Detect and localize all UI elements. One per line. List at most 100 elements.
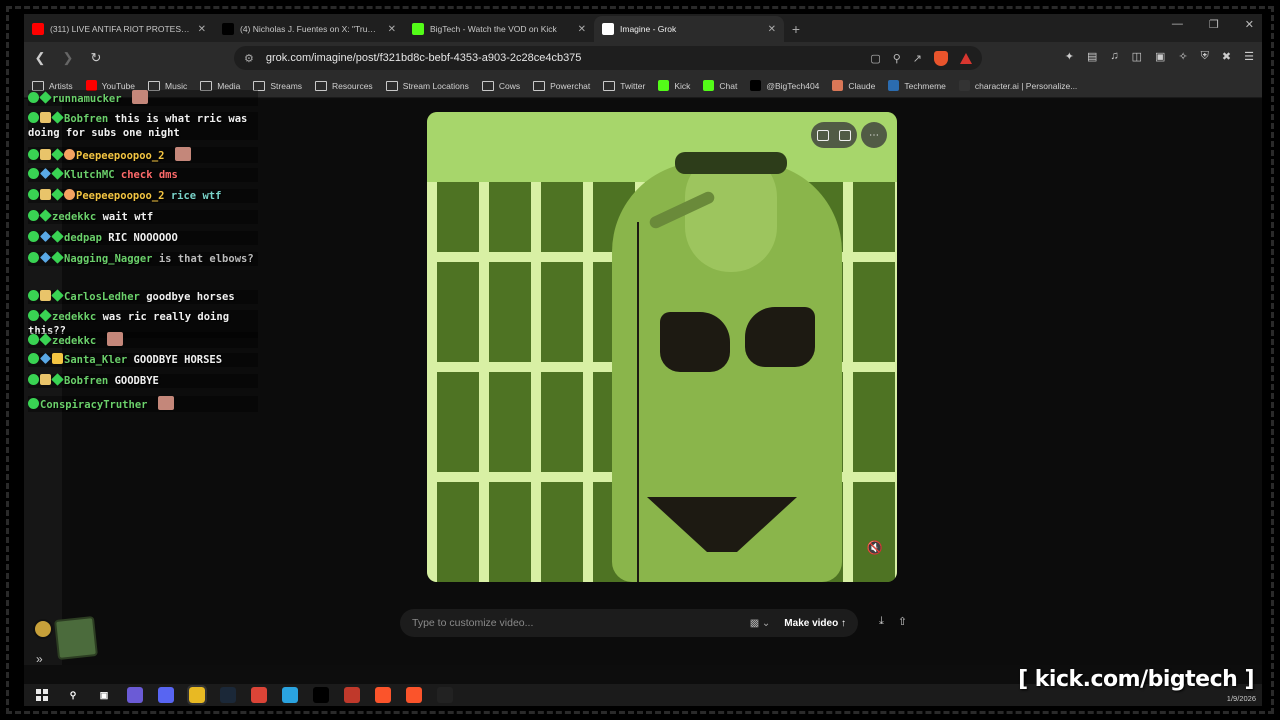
chat-username[interactable]: Bobfren <box>64 375 108 387</box>
search-icon[interactable]: ⚲ <box>65 687 81 703</box>
bookmark-13[interactable]: Claude <box>832 80 875 91</box>
url-text[interactable]: grok.com/imagine/post/f321bd8c-bebf-4353… <box>266 52 870 64</box>
zoom-icon[interactable]: ⚲ <box>893 52 901 65</box>
sidebar-icon[interactable]: ◫ <box>1132 50 1142 63</box>
leo-icon[interactable]: ✧ <box>1178 50 1187 63</box>
media-icon[interactable]: ♫ <box>1110 50 1118 63</box>
download-icon[interactable]: ⤓ <box>879 615 884 628</box>
chat-username[interactable]: zedekkc <box>52 335 96 347</box>
discord-icon[interactable] <box>158 687 174 703</box>
bookmark-11[interactable]: Chat <box>703 80 737 91</box>
chat-message: Peepeepoopoo_2 <box>28 147 258 163</box>
gift-badge-icon <box>40 149 51 160</box>
task-view-icon[interactable]: ▣ <box>96 687 112 703</box>
close-tab-icon[interactable]: ✕ <box>578 24 586 35</box>
bookmark-12[interactable]: @BigTech404 <box>750 80 819 91</box>
chat-username[interactable]: runnamucker <box>52 93 122 105</box>
chat-username[interactable]: Peepeepoopoo_2 <box>76 150 165 162</box>
chrome-icon[interactable] <box>251 687 267 703</box>
brave-shields-icon[interactable] <box>934 50 948 66</box>
profile-avatar[interactable] <box>33 619 53 639</box>
diamond-badge-icon <box>51 289 64 302</box>
x-icon[interactable] <box>313 687 329 703</box>
chat-username[interactable]: Peepeepoopoo_2 <box>76 190 165 202</box>
chat-username[interactable]: dedpap <box>64 232 102 244</box>
minimize-button[interactable]: — <box>1172 18 1183 31</box>
chat-message: KlutchMC check dms <box>28 167 258 182</box>
telegram-icon[interactable] <box>282 687 298 703</box>
mode-selector-icon[interactable]: ▩ ⌄ <box>750 618 771 629</box>
grok-icon[interactable] <box>437 687 453 703</box>
close-tab-icon[interactable]: ✕ <box>198 24 206 35</box>
bookmark-10[interactable]: Kick <box>658 80 690 91</box>
bookmark-0[interactable]: Artists <box>32 80 73 91</box>
more-options-icon[interactable]: ⋯ <box>861 122 887 148</box>
bookmark-2[interactable]: Music <box>148 80 187 91</box>
bookmark-3[interactable]: Media <box>200 80 241 91</box>
extensions-icon[interactable]: ✦ <box>1065 50 1074 63</box>
toolbar: ❮ ❯ ↻ ▯ ⚙ grok.com/imagine/post/f321bd8c… <box>24 42 1262 74</box>
image-icon[interactable] <box>839 129 851 141</box>
screenshot-icon[interactable]: ▢ <box>870 52 880 65</box>
bookmark-7[interactable]: Cows <box>481 80 520 91</box>
steam-icon[interactable] <box>220 687 236 703</box>
back-button[interactable]: ❮ <box>28 46 52 70</box>
close-window-button[interactable]: ✕ <box>1245 18 1254 31</box>
diamond-badge-icon <box>51 251 64 264</box>
bookmark-15[interactable]: character.ai | Personalize... <box>958 80 1077 91</box>
chat-message: Nagging_Nagger is that elbows? <box>28 251 258 266</box>
chat-username[interactable]: KlutchMC <box>64 169 115 181</box>
bookmark-label: Media <box>217 80 241 91</box>
diamond-badge-icon <box>51 230 64 243</box>
prompt-input[interactable]: Type to customize video... <box>412 617 750 629</box>
chat-username[interactable]: Nagging_Nagger <box>64 253 153 265</box>
mute-icon[interactable]: 🔇 <box>867 540 883 556</box>
file-explorer-icon[interactable] <box>187 685 207 705</box>
bookmark-5[interactable]: Resources <box>315 80 373 91</box>
bookmark-4[interactable]: Streams <box>253 80 302 91</box>
share-icon[interactable]: ↗ <box>913 52 922 65</box>
tab-3[interactable]: Imagine - Grok ✕ <box>594 16 784 42</box>
voicemeeter-icon[interactable] <box>344 687 360 703</box>
chat-message: CarlosLedher goodbye horses <box>28 289 258 304</box>
chat-username[interactable]: Santa_Kler <box>64 354 127 366</box>
brave-icon[interactable] <box>375 687 391 703</box>
wallet-icon[interactable]: ▣ <box>1155 50 1165 63</box>
make-video-button[interactable]: Make video ↑ <box>784 618 846 629</box>
brave-icon[interactable] <box>406 687 422 703</box>
bookmark-9[interactable]: Twitter <box>603 80 645 91</box>
tab-0[interactable]: (311) LIVE ANTIFA RIOT PROTEST ANTI-ICE ✕ <box>24 16 214 42</box>
reader-icon[interactable]: ▤ <box>1087 50 1097 63</box>
maximize-button[interactable]: ❐ <box>1209 18 1219 31</box>
tab-2[interactable]: BigTech - Watch the VOD on Kick ✕ <box>404 16 594 42</box>
tab-1[interactable]: (4) Nicholas J. Fuentes on X: "Trump nee… <box>214 16 404 42</box>
windows-icon[interactable] <box>34 687 50 703</box>
diamond-badge-icon <box>51 188 64 201</box>
bookmark-8[interactable]: Powerchat <box>533 80 590 91</box>
copilot-icon[interactable] <box>127 687 143 703</box>
forward-button[interactable]: ❯ <box>56 46 80 70</box>
vpn-icon[interactable]: ⛨ <box>1201 50 1209 63</box>
site-info-icon[interactable]: ⚙ <box>244 52 254 65</box>
frames-icon[interactable] <box>817 129 829 141</box>
close-tab-icon[interactable]: ✕ <box>388 24 396 35</box>
chat-username[interactable]: CarlosLedher <box>64 291 140 303</box>
generated-video[interactable]: ⋯ 🔇 <box>427 112 897 582</box>
address-bar[interactable]: ⚙ grok.com/imagine/post/f321bd8c-bebf-43… <box>234 46 982 70</box>
share-post-icon[interactable]: ⇧ <box>898 615 907 628</box>
chat-username[interactable]: zedekkc <box>52 311 96 323</box>
new-tab-button[interactable]: + <box>784 16 808 42</box>
close-tab-icon[interactable]: ✕ <box>768 24 776 35</box>
chat-username[interactable]: ConspiracyTruther <box>40 399 147 411</box>
grok-extension-icon[interactable]: ✖ <box>1222 50 1231 63</box>
bookmark-6[interactable]: Stream Locations <box>385 80 469 91</box>
bookmark-14[interactable]: Techmeme <box>888 80 946 91</box>
emote-icon <box>174 147 191 161</box>
chat-username[interactable]: zedekkc <box>52 211 96 223</box>
reload-button[interactable]: ↻ <box>84 46 108 70</box>
brave-rewards-icon[interactable] <box>960 52 972 64</box>
menu-icon[interactable]: ☰ <box>1244 50 1254 63</box>
green-badge-icon <box>28 374 39 385</box>
expand-sidebar-icon[interactable]: » <box>36 652 43 666</box>
chat-username[interactable]: Bobfren <box>64 113 108 125</box>
